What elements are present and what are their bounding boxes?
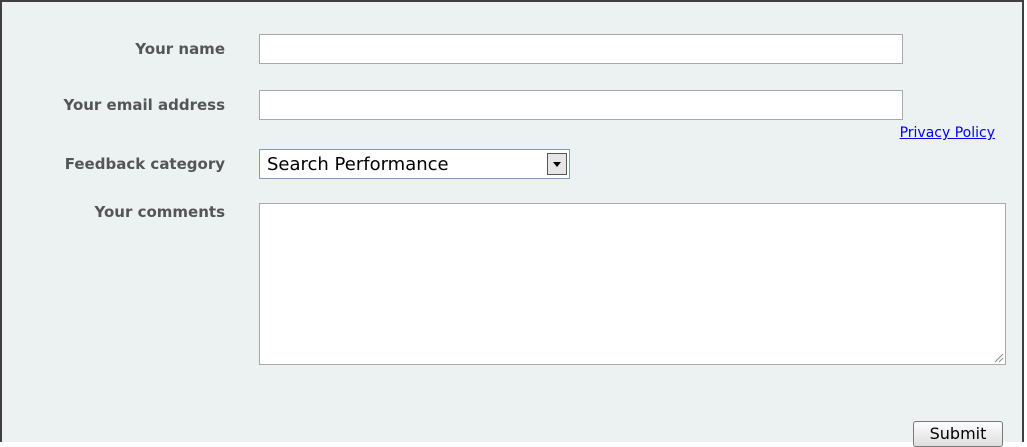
- chevron-down-icon: [553, 162, 561, 167]
- feedback-category-value: Search Performance: [267, 154, 449, 175]
- comments-textarea[interactable]: [259, 203, 1006, 365]
- name-label: Your name: [135, 40, 225, 58]
- feedback-category-select[interactable]: Search Performance: [259, 149, 570, 179]
- email-label: Your email address: [63, 96, 225, 114]
- privacy-policy-link[interactable]: Privacy Policy: [900, 125, 995, 141]
- feedback-form-panel: Your name Your email address Privacy Pol…: [0, 0, 1024, 447]
- feedback-category-label: Feedback category: [64, 155, 225, 173]
- submit-button[interactable]: Submit: [913, 421, 1003, 447]
- email-input[interactable]: [259, 90, 903, 120]
- comments-label: Your comments: [94, 203, 226, 221]
- dropdown-arrow-button[interactable]: [547, 153, 567, 175]
- resize-grip-icon[interactable]: [992, 351, 1004, 363]
- name-input[interactable]: [259, 34, 903, 64]
